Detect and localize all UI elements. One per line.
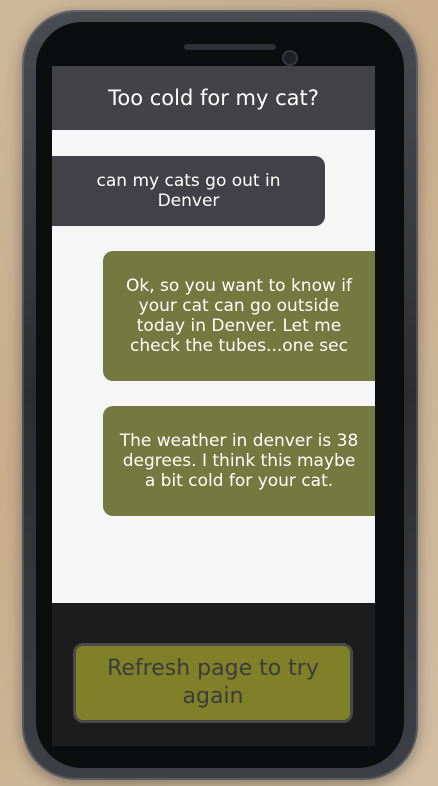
message-text: The weather in denver is 38 degrees. I t… (119, 431, 359, 491)
phone-chin (52, 746, 375, 756)
front-camera-icon (284, 52, 296, 64)
bot-message-bubble: The weather in denver is 38 degrees. I t… (103, 406, 375, 516)
message-text: can my cats go out in Denver (96, 171, 281, 211)
message-text: Ok, so you want to know if your cat can … (125, 276, 352, 356)
app-header: Too cold for my cat? (52, 66, 375, 130)
app-footer: Refresh page to try again (52, 603, 375, 746)
chat-messages: can my cats go out in Denver Ok, so you … (52, 130, 375, 603)
refresh-button[interactable]: Refresh page to try again (73, 643, 353, 723)
earpiece-speaker (184, 44, 276, 50)
page-title: Too cold for my cat? (108, 86, 319, 110)
user-message-bubble: can my cats go out in Denver (52, 156, 325, 226)
app-screen: Too cold for my cat? can my cats go out … (52, 66, 375, 746)
bot-message-bubble: Ok, so you want to know if your cat can … (103, 251, 375, 381)
